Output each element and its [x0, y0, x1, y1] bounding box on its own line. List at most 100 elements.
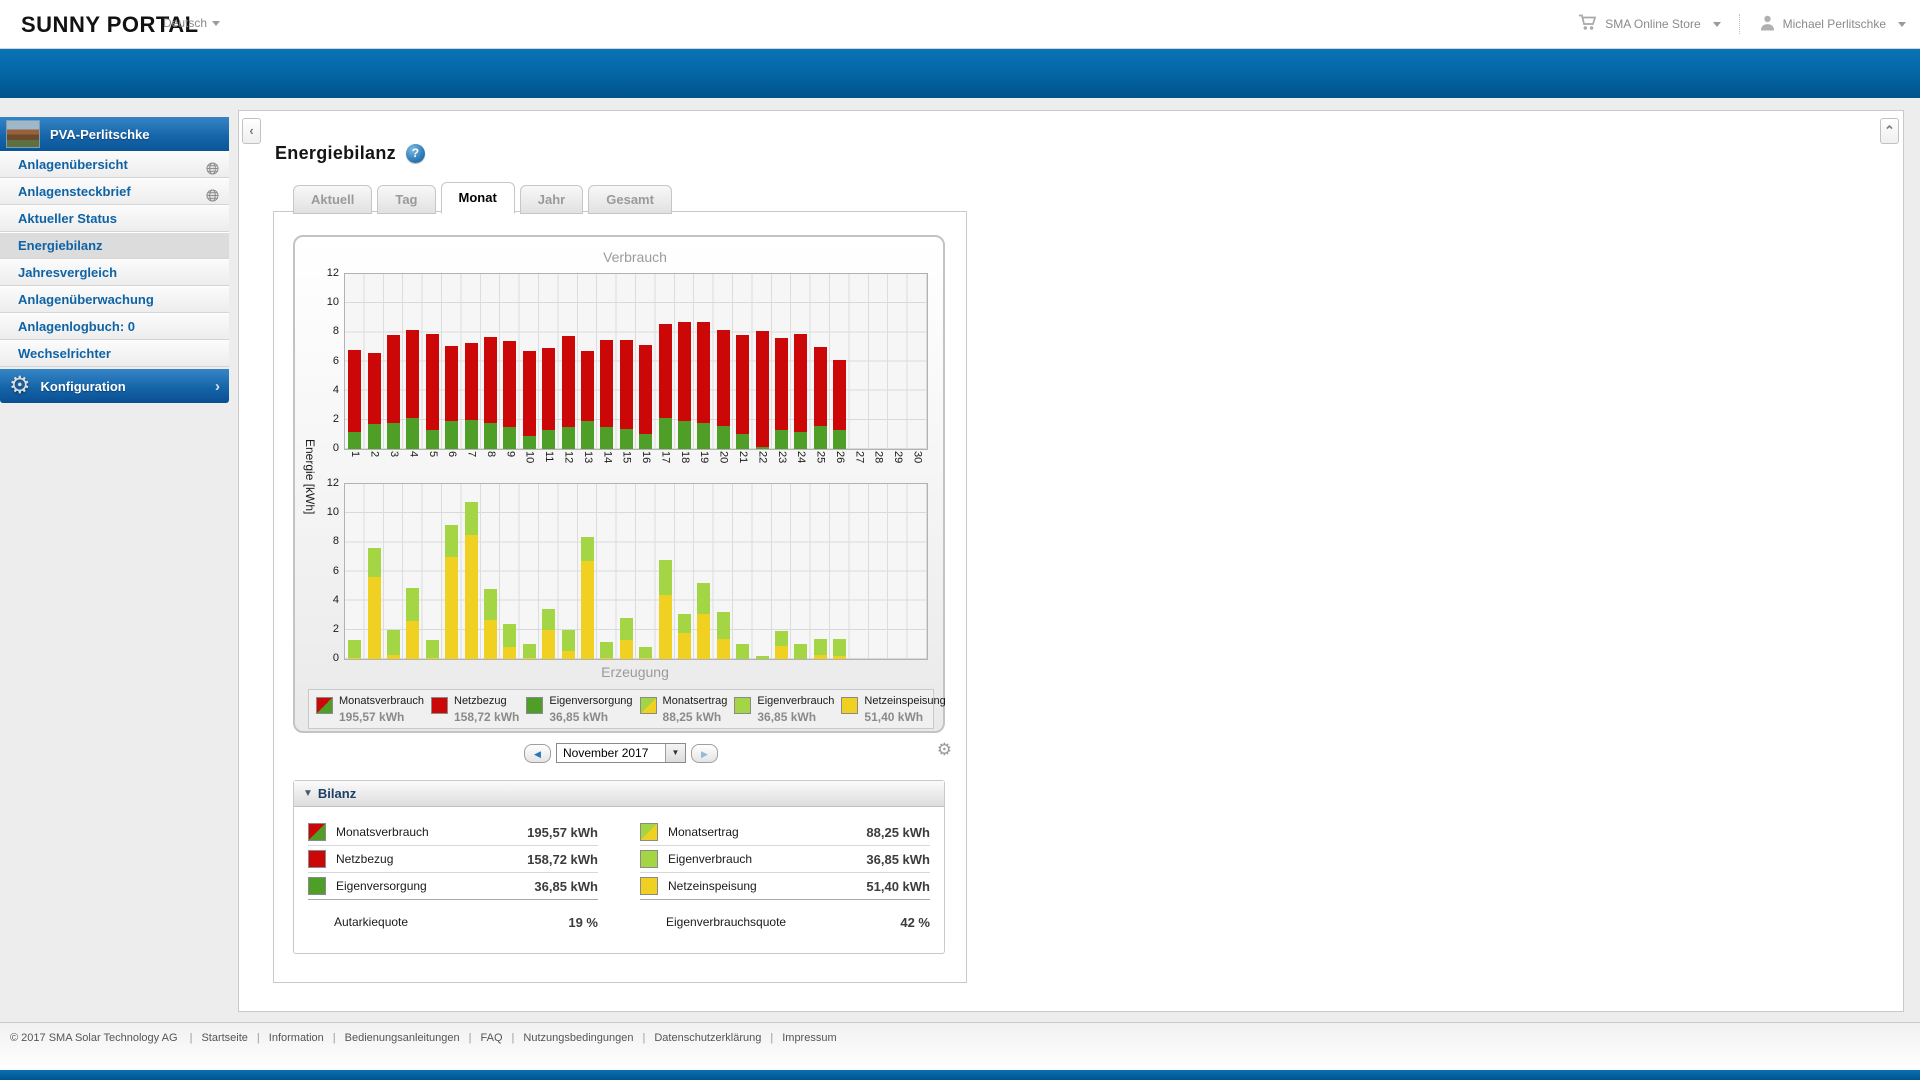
month-selector-row: ◀ November 2017 ▼ ▶: [274, 743, 968, 763]
language-selector[interactable]: Deutsch: [163, 16, 221, 30]
footer-separator: |: [468, 1032, 472, 1044]
user-name-label: Michael Perlitschke: [1782, 17, 1886, 31]
legend-item-eigenversorgung: Eigenversorgung 36,85 kWh: [519, 690, 633, 728]
eigenverbrauch-bar-segment: [813, 639, 827, 656]
eigenverbrauch-bar-segment: [658, 559, 672, 595]
tab-aktuell[interactable]: Aktuell: [293, 185, 373, 214]
footer-separator: |: [642, 1032, 646, 1044]
day-label-cell: 30: [907, 451, 926, 481]
plant-header[interactable]: PVA-Perlitschke: [0, 117, 229, 151]
eigenversorgung-bar-segment: [406, 418, 420, 449]
lightgreen-legend-icon: [734, 697, 752, 714]
green-yellow-legend-icon: [639, 697, 657, 714]
sidebar-item-anlagensteckbrief[interactable]: Anlagensteckbrief: [0, 178, 229, 205]
footer-link-startseite[interactable]: Startseite: [201, 1032, 247, 1044]
legend-item-netzeinspeisung: Netzeinspeisung 51,40 kWh: [834, 690, 946, 728]
day-label-cell: 1: [345, 451, 364, 481]
day-label-cell: 11: [539, 451, 558, 481]
bilanz-row-name: Monatsverbrauch: [336, 825, 429, 839]
tab-gesamt[interactable]: Gesamt: [588, 185, 672, 214]
eigenversorgung-bar-segment: [813, 425, 827, 449]
sidebar-item-wechselrichter[interactable]: Wechselrichter: [0, 340, 229, 367]
tab-jahr[interactable]: Jahr: [519, 185, 584, 214]
day-label-cell: 12: [558, 451, 577, 481]
netzbezug-bar-segment: [678, 322, 691, 422]
eigenversorgung-bar-segment: [600, 427, 614, 449]
footer-link-information[interactable]: Information: [269, 1032, 324, 1044]
footer-link-faq[interactable]: FAQ: [481, 1032, 503, 1044]
legend-item-eigenverbrauch: Eigenverbrauch 36,85 kWh: [727, 690, 834, 728]
day-label: 5: [426, 451, 439, 458]
eigenversorgung-bar-segment: [697, 422, 711, 449]
sidebar-item-anlagenlogbuch-0[interactable]: Anlagenlogbuch: 0: [0, 313, 229, 340]
day-label-cell: 6: [442, 451, 461, 481]
sidebar-item-label: Anlagensteckbrief: [18, 184, 131, 199]
month-dropdown[interactable]: November 2017 ▼: [556, 743, 686, 763]
sidebar-item-jahresvergleich[interactable]: Jahresvergleich: [0, 259, 229, 286]
sidebar-item-aktueller-status[interactable]: Aktueller Status: [0, 205, 229, 232]
netzeinspeisung-bar-segment: [503, 646, 517, 659]
footer-link-impressum[interactable]: Impressum: [782, 1032, 836, 1044]
day-label: 14: [601, 451, 614, 464]
y-tick-label: 8: [332, 325, 339, 338]
footer-separator: |: [189, 1032, 193, 1044]
footer: © 2017 SMA Solar Technology AG | Startsei…: [0, 1022, 1920, 1071]
chart-settings-gear-icon[interactable]: ⚙: [937, 740, 952, 760]
store-label: SMA Online Store: [1605, 17, 1701, 31]
tab-monat[interactable]: Monat: [440, 182, 515, 214]
panel-collapse-button[interactable]: ⌃: [1880, 118, 1899, 144]
netzeinspeisung-bar-segment: [348, 658, 362, 659]
bilanz-header[interactable]: ▼ Bilanz: [294, 781, 944, 807]
footer-separator: |: [332, 1032, 336, 1044]
eigenverbrauch-bar-segment: [484, 589, 497, 620]
footer-link-datenschutzerkl-rung[interactable]: Datenschutzerklärung: [654, 1032, 761, 1044]
y-tick-label: 12: [326, 267, 339, 279]
y-tick-label: 0: [332, 652, 339, 664]
y-tick-label: 6: [332, 354, 339, 367]
day-label: 13: [581, 451, 594, 464]
y-axis-label: Energie [kWh]: [303, 439, 317, 515]
eigenverbrauch-bar-segment: [542, 609, 556, 630]
sidebar-item-anlagen-bersicht[interactable]: Anlagenübersicht: [0, 151, 229, 178]
netzbezug-bar-segment: [581, 351, 594, 422]
quote-value: 19 %: [568, 914, 598, 930]
sidebar-item-label: Anlagenübersicht: [18, 157, 128, 172]
previous-month-button[interactable]: ◀: [524, 743, 551, 763]
netzbezug-bar-segment: [542, 348, 556, 430]
netzeinspeisung-bar-segment: [600, 658, 614, 659]
sidebar-item-energiebilanz[interactable]: Energiebilanz: [0, 232, 229, 259]
eigenverbrauch-bar-segment: [367, 548, 381, 578]
day-label-cell: 18: [675, 451, 694, 481]
legend-name: Eigenversorgung: [549, 695, 633, 707]
help-icon[interactable]: ?: [405, 144, 425, 163]
sidebar-item-label: Anlagenüberwachung: [18, 292, 154, 307]
footer-link-bedienungsanleitungen[interactable]: Bedienungsanleitungen: [345, 1032, 460, 1044]
day-label: 22: [756, 451, 769, 464]
quote-value: 42 %: [900, 914, 930, 930]
day-label: 17: [659, 451, 672, 464]
legend-texts: Monatsertrag 88,25 kWh: [663, 695, 728, 724]
day-label-cell: 20: [713, 451, 732, 481]
day-label-cell: 8: [481, 451, 500, 481]
eigenverbrauch-bar-segment: [581, 536, 594, 562]
footer-links: © 2017 SMA Solar Technology AG | Startsei…: [0, 1023, 1920, 1044]
next-month-button[interactable]: ▶: [691, 743, 718, 763]
netzeinspeisung-bar-segment: [425, 658, 439, 659]
main-content-panel: ‹ ⌃ Energiebilanz ? Aktuell Tag Monat Jahr G…: [238, 110, 1904, 1012]
eigenversorgung-bar-segment: [503, 427, 517, 449]
eigenverbrauch-bar-segment: [678, 613, 691, 633]
sidebar-item-konfiguration[interactable]: ⚙ Konfiguration ›: [0, 369, 229, 403]
day-label-cell: 9: [500, 451, 519, 481]
sidebar-collapse-button[interactable]: ‹: [242, 118, 261, 144]
page-title: Energiebilanz: [275, 143, 396, 163]
verbrauch-chart-plot: [344, 273, 928, 450]
eigenverbrauch-bar-segment: [561, 629, 575, 651]
sma-online-store-link[interactable]: SMA Online Store: [1578, 14, 1721, 34]
tab-tag[interactable]: Tag: [377, 185, 436, 214]
sidebar-item-anlagen-berwachung[interactable]: Anlagenüberwachung: [0, 286, 229, 313]
footer-link-nutzungsbedingungen[interactable]: Nutzungsbedingungen: [523, 1032, 633, 1044]
legend-value: 88,25 kWh: [662, 710, 722, 724]
day-label-cell: 16: [636, 451, 655, 481]
netzeinspeisung-bar-segment: [639, 658, 653, 659]
user-menu[interactable]: Michael Perlitschke: [1759, 14, 1906, 34]
